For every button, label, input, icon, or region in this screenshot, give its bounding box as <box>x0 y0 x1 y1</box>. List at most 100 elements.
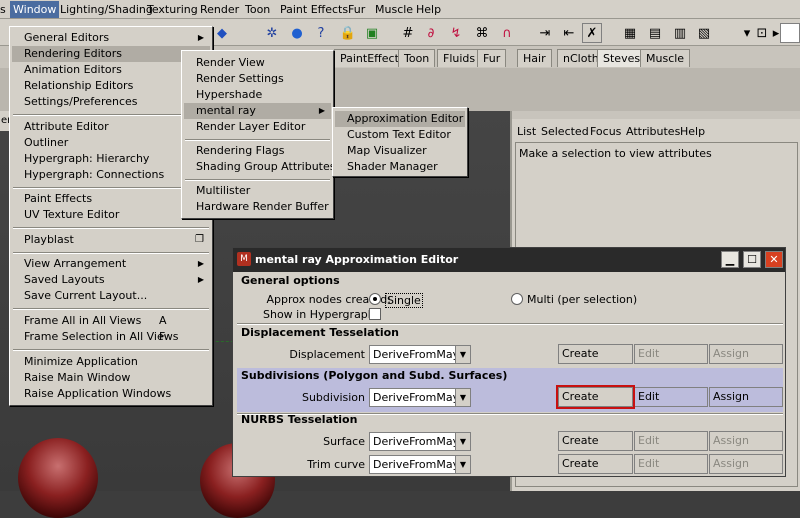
menu-item-general-editors[interactable]: General Editors ▶ <box>12 30 210 46</box>
section-general-options: General options <box>241 274 340 287</box>
tab-fluids[interactable]: Fluids <box>437 49 482 67</box>
subdivision-assign-button[interactable]: Assign <box>709 387 783 407</box>
menu-item-minimize-application[interactable]: Minimize Application <box>12 354 138 370</box>
menu-focus[interactable]: Focus <box>590 125 621 138</box>
window-title: mental ray Approximation Editor <box>255 253 459 266</box>
menu-render[interactable]: Render <box>200 3 239 16</box>
option-box-icon[interactable]: ❐ <box>195 232 204 248</box>
menu-list[interactable]: List <box>517 125 536 138</box>
quick-input-field[interactable] <box>780 23 800 43</box>
output-icon[interactable]: ⇤ <box>559 23 579 43</box>
menu-item-raise-main-window[interactable]: Raise Main Window <box>12 370 130 386</box>
surface-edit-button[interactable]: Edit <box>634 431 708 451</box>
magnet-icon[interactable]: ∩ <box>497 23 517 43</box>
menu-item-multilister[interactable]: Multilister <box>184 183 250 199</box>
snap-view-icon[interactable]: ⌘ <box>472 23 492 43</box>
tab-hair[interactable]: Hair <box>517 49 552 67</box>
menu-item-uv-texture-editor[interactable]: UV Texture Editor <box>12 207 119 223</box>
menu-item-playblast[interactable]: Playblast ❐ <box>12 232 210 248</box>
menu-texturing[interactable]: Texturing <box>147 3 198 16</box>
section-subdivisions: Subdivisions (Polygon and Subd. Surfaces… <box>241 369 508 382</box>
minimize-icon[interactable]: ▁ <box>721 251 739 268</box>
radio-single-label[interactable]: Single <box>385 293 423 308</box>
menu-item-shading-group-attributes[interactable]: Shading Group Attributes <box>184 159 335 175</box>
menu-item-outliner[interactable]: Outliner <box>12 135 68 151</box>
menu-item-render-view[interactable]: Render View <box>184 55 265 71</box>
snap-point-icon[interactable]: ↯ <box>446 23 466 43</box>
input-icon[interactable]: ⇥ <box>535 23 555 43</box>
menu-item-attribute-editor[interactable]: Attribute Editor <box>12 119 109 135</box>
show-hypergraph-checkbox[interactable] <box>369 308 381 320</box>
maximize-icon[interactable]: ☐ <box>743 251 761 268</box>
sphere-object[interactable] <box>18 438 98 518</box>
lock-icon[interactable]: 🔒 <box>338 23 358 43</box>
tab-muscle[interactable]: Muscle <box>640 49 691 67</box>
radio-single[interactable] <box>369 293 381 305</box>
menu-item-hypergraph-hierarchy[interactable]: Hypergraph: Hierarchy <box>12 151 149 167</box>
trim-create-button[interactable]: Create <box>558 454 633 474</box>
menu-item-rendering-flags[interactable]: Rendering Flags <box>184 143 285 159</box>
menu-help[interactable]: Help <box>680 125 705 138</box>
menu-item-approximation-editor[interactable]: Approximation Editor <box>335 111 465 127</box>
menu-lighting-shading[interactable]: Lighting/Shading <box>60 3 153 16</box>
window-titlebar[interactable]: M mental ray Approximation Editor ▁ ☐ ✕ <box>233 248 785 272</box>
menu-item-render-settings[interactable]: Render Settings <box>184 71 284 87</box>
displacement-edit-button[interactable]: Edit <box>634 344 708 364</box>
menu-item-saved-layouts[interactable]: Saved Layouts ▶ <box>12 272 210 288</box>
displacement-create-button[interactable]: Create <box>558 344 633 364</box>
surface-create-button[interactable]: Create <box>558 431 633 451</box>
menu-window[interactable]: Window <box>10 1 60 18</box>
snap-curve-icon[interactable]: ∂ <box>421 23 441 43</box>
menu-help[interactable]: Help <box>416 3 441 16</box>
particle-icon[interactable]: ✲ <box>262 23 282 43</box>
show-hypergraph-label: Show in Hypergraph <box>263 308 375 321</box>
render-view-icon[interactable]: ▦ <box>620 23 640 43</box>
close-icon[interactable]: ✕ <box>765 251 783 268</box>
displacement-assign-button[interactable]: Assign <box>709 344 783 364</box>
tab-steves[interactable]: Steves <box>597 49 647 67</box>
menu-item-hardware-render-buffer[interactable]: Hardware Render Buffer <box>184 199 329 215</box>
surface-assign-button[interactable]: Assign <box>709 431 783 451</box>
menu-item-mental-ray[interactable]: mental ray ▶ <box>184 103 331 119</box>
menu-attributes[interactable]: Attributes <box>626 125 680 138</box>
select-value: DeriveFromMaya <box>373 435 466 448</box>
menu-item-custom-text-editor[interactable]: Custom Text Editor <box>335 127 451 143</box>
render-icon[interactable]: ▤ <box>645 23 665 43</box>
displacement-select[interactable]: DeriveFromMaya ▼ <box>369 345 471 364</box>
menu-item-render-layer-editor[interactable]: Render Layer Editor <box>184 119 305 135</box>
menu-item-shader-manager[interactable]: Shader Manager <box>335 159 438 175</box>
history-icon[interactable]: ✗ <box>582 23 602 43</box>
menu-item-hypershade[interactable]: Hypershade <box>184 87 262 103</box>
subdivision-select[interactable]: DeriveFromMaya ▼ <box>369 388 471 407</box>
menu-item-frame-all[interactable]: Frame All in All Views A <box>12 313 210 329</box>
menu-selected[interactable]: Selected <box>541 125 589 138</box>
tab-fur[interactable]: Fur <box>477 49 507 67</box>
tab-toon[interactable]: Toon <box>398 49 436 67</box>
menu-item-map-visualizer[interactable]: Map Visualizer <box>335 143 427 159</box>
trim-edit-button[interactable]: Edit <box>634 454 708 474</box>
menu-muscle[interactable]: Muscle <box>375 3 413 16</box>
subdivision-edit-button[interactable]: Edit <box>634 387 708 407</box>
menu-item-paint-effects[interactable]: Paint Effects <box>12 191 92 207</box>
menu-fur[interactable]: Fur <box>348 3 365 16</box>
sphere-icon[interactable]: ● <box>287 23 307 43</box>
menu-item-frame-selection[interactable]: Frame Selection in All Views F <box>12 329 210 345</box>
menu-paint-effects[interactable]: Paint Effects <box>280 3 348 16</box>
menu-toon[interactable]: Toon <box>245 3 270 16</box>
menu-item-save-current-layout[interactable]: Save Current Layout... <box>12 288 147 304</box>
trim-assign-button[interactable]: Assign <box>709 454 783 474</box>
render-settings-icon[interactable]: ▧ <box>694 23 714 43</box>
cube-icon[interactable]: ◆ <box>212 23 232 43</box>
selection-message: Make a selection to view attributes <box>519 147 712 160</box>
radio-multi[interactable] <box>511 293 523 305</box>
surface-select[interactable]: DeriveFromMaya ▼ <box>369 432 471 451</box>
question-icon[interactable]: ? <box>311 23 331 43</box>
trim-curve-select[interactable]: DeriveFromMaya ▼ <box>369 455 471 474</box>
menu-item-hypergraph-connections[interactable]: Hypergraph: Connections <box>12 167 164 183</box>
ipr-icon[interactable]: ▥ <box>670 23 690 43</box>
menu-item-raise-application-windows[interactable]: Raise Application Windows <box>12 386 171 402</box>
snap-grid-icon[interactable]: # <box>398 23 418 43</box>
menu-item-view-arrangement[interactable]: View Arrangement ▶ <box>12 256 210 272</box>
snap-icon[interactable]: ▣ <box>362 23 382 43</box>
radio-multi-label[interactable]: Multi (per selection) <box>527 293 637 306</box>
